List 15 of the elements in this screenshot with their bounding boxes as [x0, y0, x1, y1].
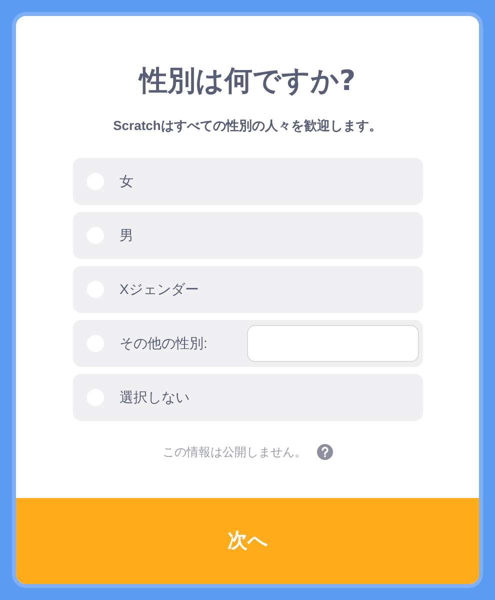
subtitle: Scratchはすべての性別の人々を歓迎します。 — [113, 117, 382, 135]
gender-option[interactable]: 選択しない — [72, 374, 422, 420]
gender-option[interactable]: 男 — [72, 212, 422, 258]
option-label: 選択しない — [120, 388, 190, 406]
option-label: 女 — [120, 172, 134, 190]
option-label: その他の性別: — [120, 334, 208, 352]
privacy-note: この情報は公開しません。 — [162, 444, 306, 460]
option-label: Xジェンダー — [120, 280, 199, 298]
help-icon[interactable] — [316, 444, 332, 460]
gender-option[interactable]: 女 — [72, 158, 422, 204]
gender-option[interactable]: Xジェンダー — [72, 266, 422, 312]
dialog-title: 性別は何ですか? — [139, 63, 356, 99]
option-label: 男 — [120, 226, 134, 244]
gender-option[interactable]: その他の性別: — [72, 320, 422, 366]
input-field[interactable] — [246, 324, 418, 362]
